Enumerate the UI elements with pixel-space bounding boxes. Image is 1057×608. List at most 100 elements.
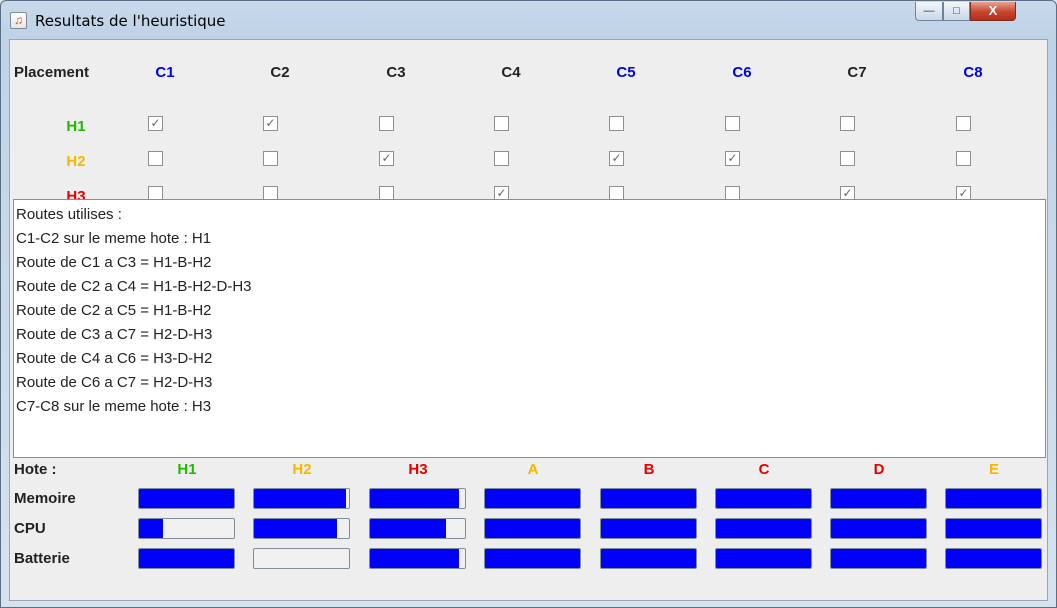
host-header-h2: H2 [292,461,312,478]
metric-label-cpu: CPU [14,520,46,537]
host-header-e: E [988,461,999,478]
host-label: Hote : [14,461,57,478]
route-line: C1-C2 sur le meme hote : H1 [16,230,212,247]
column-header-c8: C8 [963,64,983,81]
column-header-c7: C7 [847,64,867,81]
progress-fill [370,549,460,568]
host-header-c: C [758,461,770,478]
progress-fill [254,489,347,508]
progress-fill [716,489,811,508]
progress-fill [139,549,234,568]
progress-fill [831,489,926,508]
progress-bar-memoire-d [830,488,927,509]
route-line: Route de C4 a C6 = H3-D-H2 [16,350,213,367]
progress-bar-memoire-h3 [369,488,466,509]
progress-bar-cpu-b [600,518,697,539]
progress-bar-cpu-a [484,518,581,539]
checkbox-h1-c1[interactable] [148,116,163,131]
host-header-h3: H3 [408,461,428,478]
host-header-h1: H1 [177,461,197,478]
progress-fill [370,489,460,508]
progress-fill [254,519,337,538]
app-window: ♫ Resultats de l'heuristique — □ X Place… [0,0,1057,608]
checkbox-h2-c4[interactable] [494,151,509,166]
column-header-c4: C4 [501,64,521,81]
progress-bar-batterie-h3 [369,548,466,569]
column-header-c6: C6 [732,64,752,81]
routes-textarea[interactable]: Routes utilises : C1-C2 sur le meme hote … [13,199,1046,458]
progress-fill [946,549,1041,568]
progress-bar-memoire-e [945,488,1042,509]
content-panel: Placement C1 C2 C3 C4 C5 C6 C7 C8 H1 H2 H3 Routes … [9,39,1048,601]
progress-fill [370,519,446,538]
title-bar[interactable]: ♫ Resultats de l'heuristique — □ X [1,1,1056,39]
minimize-button[interactable]: — [915,2,943,21]
checkbox-h2-c7[interactable] [840,151,855,166]
checkbox-h1-c6[interactable] [725,116,740,131]
checkbox-h1-c8[interactable] [956,116,971,131]
progress-bar-batterie-d [830,548,927,569]
progress-fill [139,489,234,508]
progress-bar-batterie-h2 [253,548,350,569]
column-header-c3: C3 [386,64,406,81]
route-line: Route de C2 a C5 = H1-B-H2 [16,302,212,319]
metric-label-memoire: Memoire [14,490,76,507]
checkbox-h2-c3[interactable] [379,151,394,166]
checkbox-h2-c8[interactable] [956,151,971,166]
checkbox-h1-c4[interactable] [494,116,509,131]
close-button[interactable]: X [970,2,1016,21]
host-header-a: A [527,461,539,478]
placement-label: Placement [14,64,90,81]
progress-fill [601,489,696,508]
routes-lines: Routes utilises : C1-C2 sur le meme hote … [16,203,1045,419]
progress-bar-batterie-h1 [138,548,235,569]
row-label-h2: H2 [66,153,86,170]
progress-fill [485,549,580,568]
checkbox-h2-c6[interactable] [725,151,740,166]
metric-label-batterie: Batterie [14,550,70,567]
progress-bar-memoire-b [600,488,697,509]
route-line: Route de C2 a C4 = H1-B-H2-D-H3 [16,278,252,295]
progress-bar-batterie-c [715,548,812,569]
column-header-c2: C2 [270,64,290,81]
progress-bar-cpu-e [945,518,1042,539]
progress-bar-cpu-d [830,518,927,539]
window-title: Resultats de l'heuristique [35,12,226,30]
routes-heading: Routes utilises : [16,206,122,223]
progress-bar-batterie-a [484,548,581,569]
progress-bar-memoire-c [715,488,812,509]
checkbox-h1-c7[interactable] [840,116,855,131]
column-header-c5: C5 [616,64,636,81]
maximize-button[interactable]: □ [943,2,970,21]
progress-bar-batterie-e [945,548,1042,569]
progress-fill [485,519,580,538]
checkbox-h1-c3[interactable] [379,116,394,131]
row-label-h1: H1 [66,118,86,135]
host-header-b: B [643,461,655,478]
route-line: Route de C1 a C3 = H1-B-H2 [16,254,212,271]
checkbox-h1-c5[interactable] [609,116,624,131]
host-header-d: D [873,461,885,478]
progress-fill [946,489,1041,508]
java-icon: ♫ [10,12,27,29]
progress-bar-cpu-h3 [369,518,466,539]
progress-bar-batterie-b [600,548,697,569]
progress-bar-cpu-c [715,518,812,539]
progress-fill [601,519,696,538]
progress-fill [831,549,926,568]
checkbox-h2-c5[interactable] [609,151,624,166]
progress-bar-memoire-h2 [253,488,350,509]
progress-bar-memoire-h1 [138,488,235,509]
checkbox-h1-c2[interactable] [263,116,278,131]
column-header-c1: C1 [155,64,175,81]
checkbox-h2-c1[interactable] [148,151,163,166]
checkbox-h2-c2[interactable] [263,151,278,166]
progress-fill [946,519,1041,538]
progress-fill [716,549,811,568]
progress-bar-cpu-h2 [253,518,350,539]
progress-fill [716,519,811,538]
progress-fill [831,519,926,538]
progress-fill [139,519,163,538]
progress-fill [485,489,580,508]
progress-bar-memoire-a [484,488,581,509]
